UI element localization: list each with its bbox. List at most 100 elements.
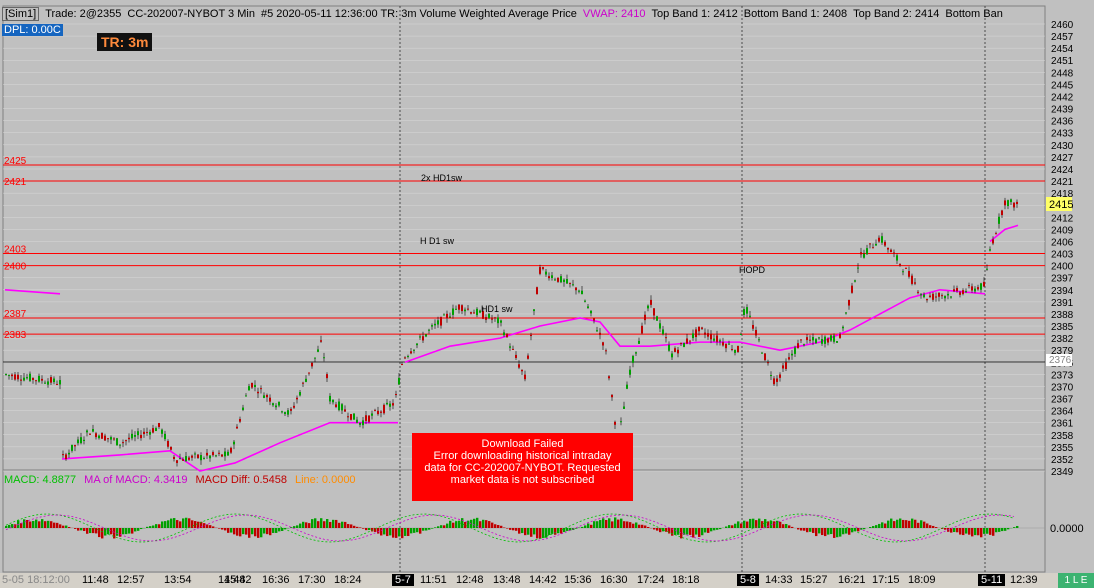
candle-body [203,458,205,460]
candle-body [83,439,85,441]
time-label-18: 5-8 [737,574,759,586]
download-error-box[interactable]: Download Failed Error downloading histor… [412,433,633,501]
candle-body [221,454,223,457]
candle-body [944,295,946,299]
price-tick-10: 2430 [1051,141,1074,152]
macd-bar [305,522,308,528]
candle-body [158,423,160,427]
macd-bar [710,528,713,532]
candle-body [998,216,1000,224]
candle-body [920,294,922,296]
candle-body [260,388,262,390]
macd-bar [443,525,446,528]
time-label-12: 13:48 [493,574,521,586]
candle-body [461,305,463,312]
candle-body [359,422,361,425]
macd-bar [311,519,314,528]
macd-bar [395,528,398,538]
chart-window[interactable]: 2425 2421 2403 2400 2387 2383 2460 2457 2454 245… [0,0,1094,588]
sim-account[interactable]: [Sim1] [2,7,40,21]
candle-body [1001,210,1003,216]
macd-bar [296,525,299,528]
time-label-10: 11:51 [420,574,447,586]
candle-body [98,435,100,439]
macd-bar [653,528,656,530]
candle-body [584,300,586,302]
macd-bar [224,528,227,531]
price-tick-37: 2349 [1051,467,1074,478]
candle-body [239,418,241,422]
candle-body [350,414,352,420]
macd-bar [890,518,893,528]
candle-body [389,403,391,407]
annotation-hopd: HOPD [739,265,766,275]
candle-body [767,362,769,364]
price-tick-4: 2448 [1051,68,1074,79]
candle-body [299,392,301,396]
macd-bar [263,528,266,534]
macd-bar [20,523,23,528]
candle-body [464,309,466,312]
macd-bar [914,519,917,528]
macd-bar [935,527,938,528]
macd-bar [878,523,881,528]
macd-bar [953,528,956,533]
macd-bar [80,528,83,531]
macd-bar [959,528,962,535]
macd-bar [749,518,752,528]
macd-bar [56,522,59,528]
candle-body [620,421,622,423]
candle-body [734,350,736,353]
macd-bar [110,528,113,535]
candle-body [1016,201,1018,205]
price-tick-12: 2424 [1051,165,1074,176]
macd-bar [875,525,878,528]
macd-bar [23,519,26,528]
macd-bar [191,520,194,528]
candle-body [5,373,7,375]
macd-bar [257,528,260,538]
macd-bar [455,521,458,528]
candle-body [452,308,454,315]
candle-body [245,395,247,397]
candle-body [587,306,589,309]
candle-body [890,249,892,253]
candle-body [671,353,673,358]
macd-bar [74,528,77,529]
candle-body [641,325,643,334]
candle-body [854,280,856,282]
macd-bar [686,528,689,535]
candle-body [806,337,808,341]
macd-bar [86,528,89,534]
macd-bar [272,528,275,533]
candle-body [314,357,316,359]
candle-body [347,416,349,418]
time-label-23: 18:09 [908,574,936,586]
candle-body [428,329,430,331]
candle-body [770,375,772,377]
macd-bar [359,527,362,528]
candle-body [416,343,418,346]
macd-bar [563,528,566,533]
candle-body [254,384,256,388]
status-indicator[interactable]: 1 L E [1058,573,1094,588]
macd-bar [908,520,911,528]
candle-body [119,444,121,446]
candle-body [902,271,904,273]
candle-body [80,437,82,444]
macd-bar [581,526,584,528]
macd-bar [260,528,263,538]
macd-bar [338,522,341,528]
candle-body [38,375,40,382]
macd-bar [737,521,740,528]
price-tick-13: 2421 [1051,177,1074,188]
macd-bar [308,523,311,528]
macd-bar [461,518,464,528]
candle-body [863,253,865,258]
candle-body [878,237,880,242]
candle-body [50,377,52,383]
candle-body [167,440,169,447]
candle-body [758,339,760,341]
candle-body [713,338,715,341]
candle-body [179,458,181,460]
